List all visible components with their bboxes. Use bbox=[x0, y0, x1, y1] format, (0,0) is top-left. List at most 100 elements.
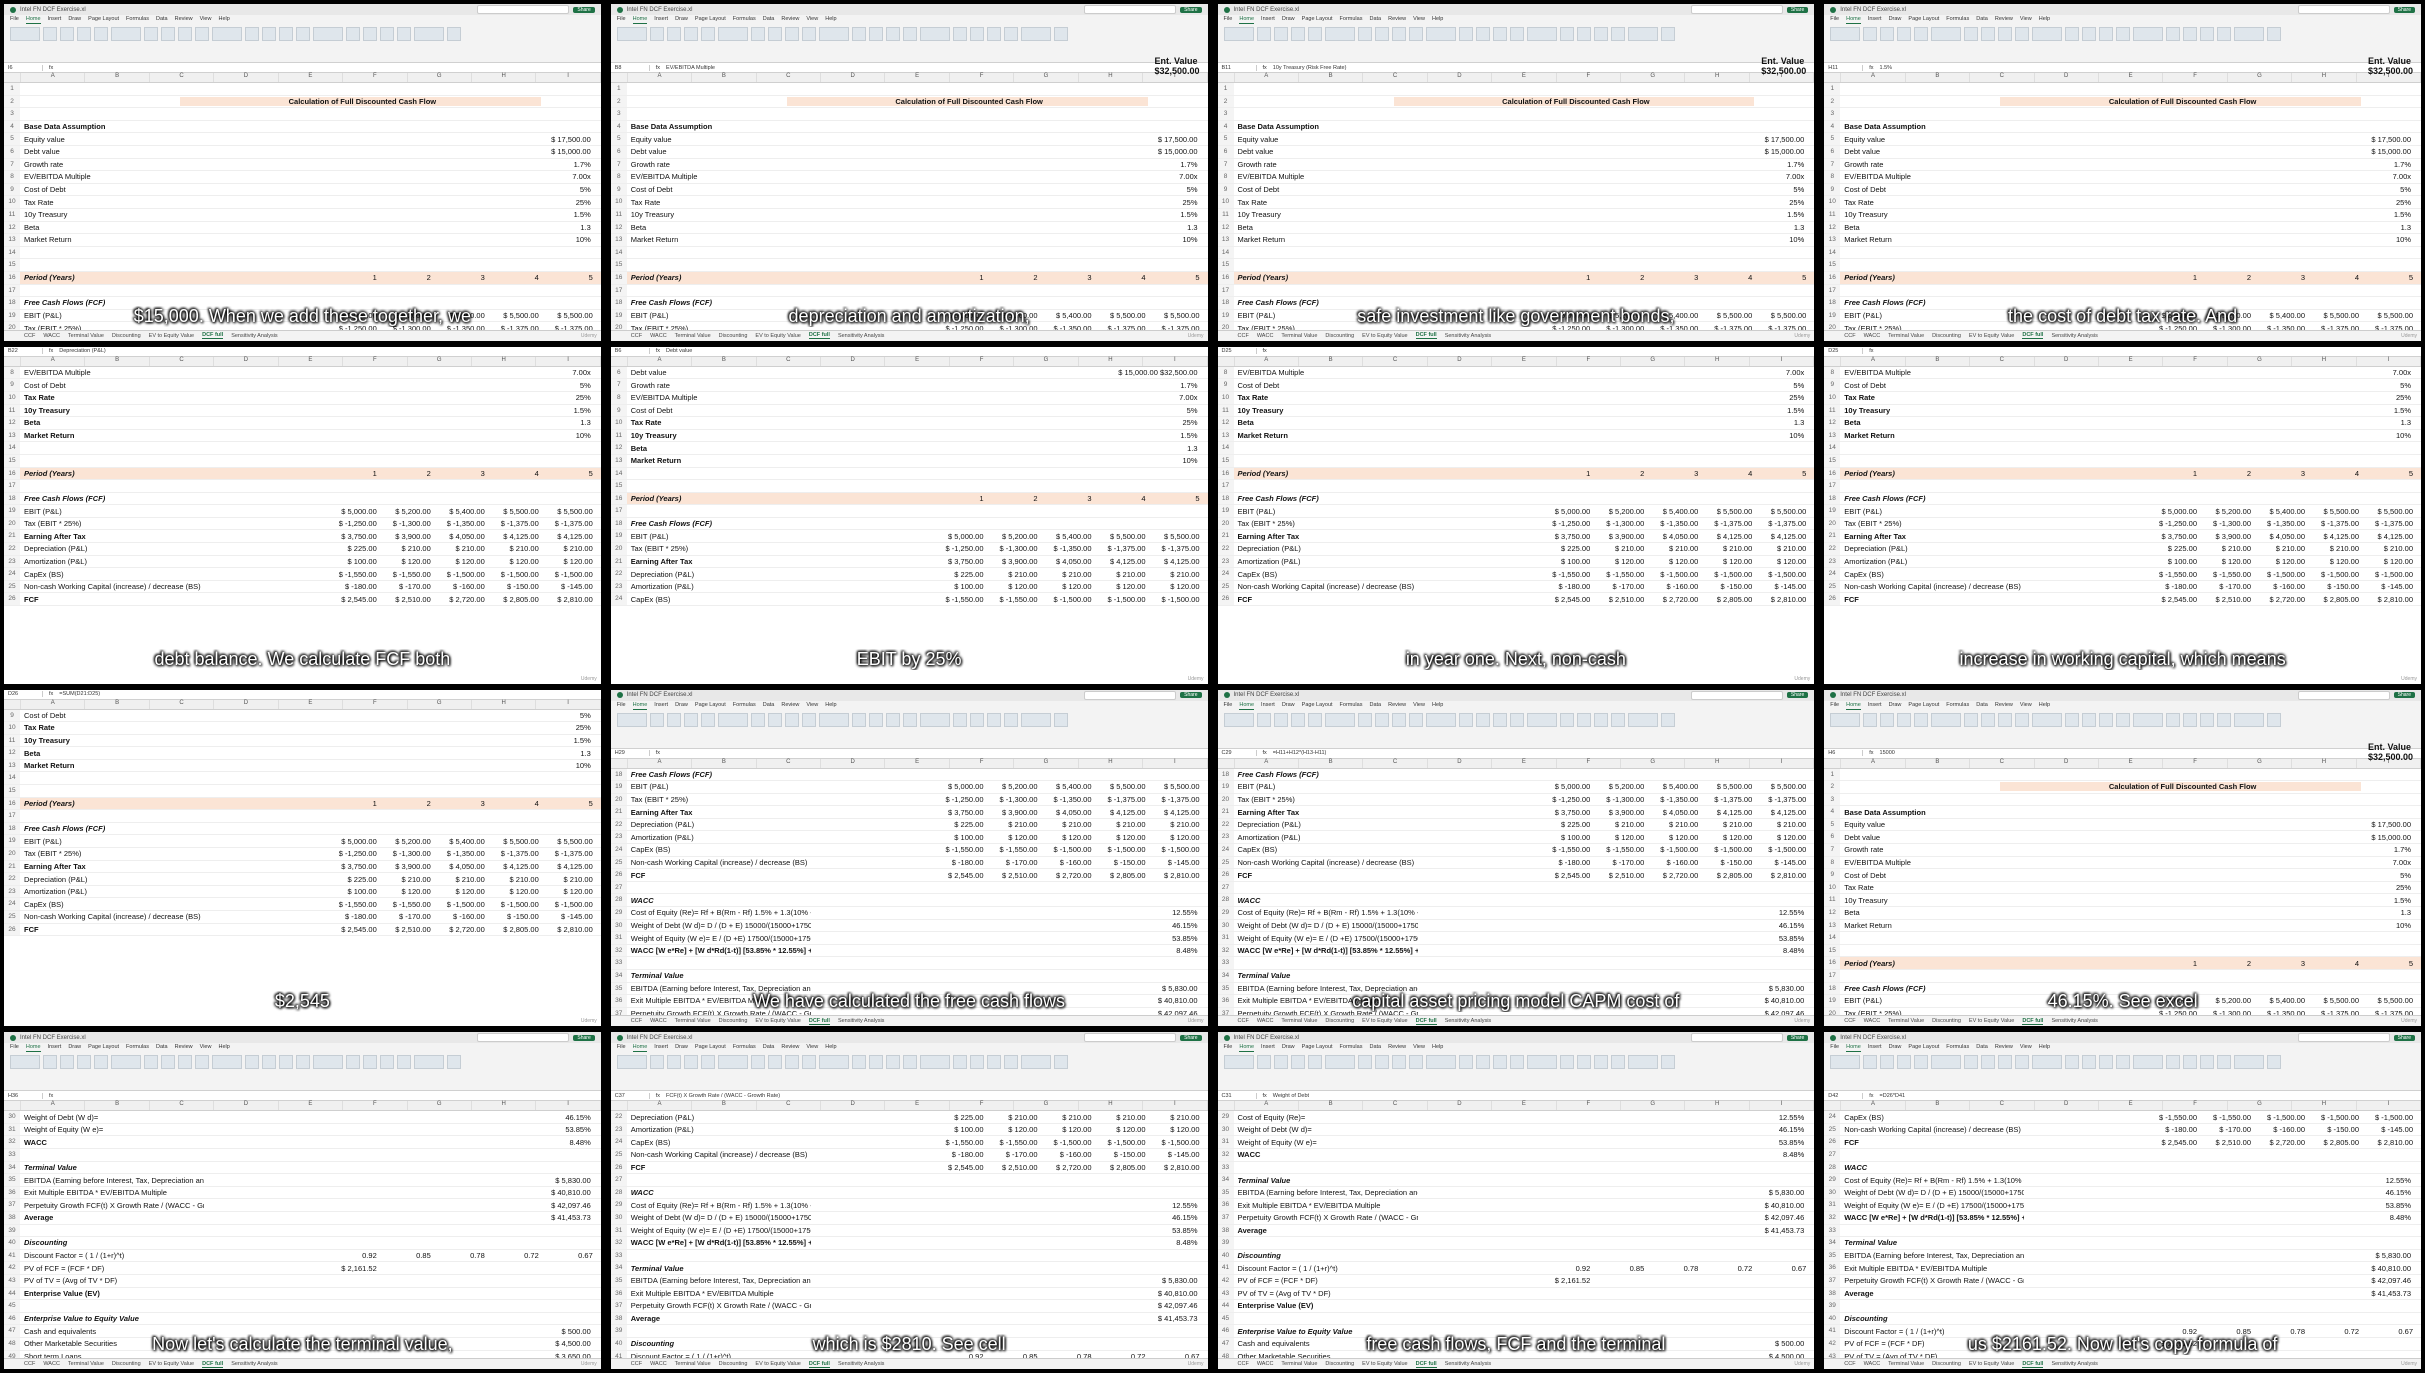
column-header[interactable]: C bbox=[1970, 73, 2035, 82]
column-header[interactable]: I bbox=[536, 1101, 601, 1111]
cell-label[interactable]: Calculation of Full Discounted Cash Flow bbox=[2000, 782, 2361, 792]
sheet-tab[interactable]: EV to Equity Value bbox=[755, 333, 800, 339]
cell-value[interactable]: $ 17,500.00 bbox=[2024, 135, 2421, 144]
column-header[interactable]: F bbox=[2163, 73, 2228, 82]
menu-item-file[interactable]: File bbox=[617, 1044, 626, 1052]
cell-value[interactable]: $ -170.00 bbox=[385, 912, 431, 921]
formula-content[interactable]: 10y Treasury (Risk Free Rate) bbox=[1273, 65, 1347, 71]
ribbon-tool-icon[interactable] bbox=[245, 1055, 259, 1070]
column-header[interactable] bbox=[4, 73, 21, 82]
column-header[interactable]: F bbox=[2163, 758, 2228, 768]
ribbon-tool-icon[interactable] bbox=[363, 27, 377, 41]
ribbon-tool-icon[interactable] bbox=[1425, 27, 1456, 41]
sheet-tab[interactable]: EV to Equity Value bbox=[755, 1018, 800, 1024]
ribbon-tool-icon[interactable] bbox=[447, 1055, 461, 1070]
ribbon-tool-icon[interactable] bbox=[346, 1055, 360, 1070]
cell-label[interactable]: FCF bbox=[1840, 595, 2024, 604]
cell-label[interactable]: Growth rate bbox=[1840, 845, 2024, 854]
cell-value[interactable]: $ -1,375.00 bbox=[1760, 795, 1806, 804]
ribbon-tool-icon[interactable] bbox=[1273, 712, 1288, 727]
cell-value[interactable]: $ -180.00 bbox=[2151, 582, 2197, 591]
name-box[interactable]: C37 bbox=[615, 1092, 650, 1099]
cell-value[interactable]: $ -160.00 bbox=[2259, 582, 2305, 591]
column-header[interactable]: G bbox=[408, 73, 472, 82]
column-header[interactable]: I bbox=[2357, 356, 2421, 366]
cell-value[interactable]: 10% bbox=[1418, 431, 1815, 440]
cell-value[interactable]: 12.55% bbox=[2024, 1176, 2421, 1185]
column-header[interactable]: G bbox=[2228, 356, 2293, 366]
cell-value[interactable]: 8.48% bbox=[811, 1238, 1208, 1247]
cell-value[interactable]: $ -1,500.00 bbox=[1046, 595, 1092, 604]
column-header[interactable]: F bbox=[343, 356, 408, 366]
cell-value[interactable]: $ 17,500.00 bbox=[811, 135, 1208, 144]
cell-value[interactable]: $ 15,000.00 bbox=[811, 147, 1208, 156]
menu-item-draw[interactable]: Draw bbox=[68, 16, 81, 24]
cell-value[interactable]: $ -180.00 bbox=[331, 582, 377, 591]
cell-value[interactable]: 1.5% bbox=[204, 736, 601, 745]
cell-value[interactable]: 1 bbox=[2151, 959, 2197, 968]
cell-label[interactable]: Depreciation (P&L) bbox=[627, 570, 811, 579]
cell-value[interactable]: 5 bbox=[1760, 273, 1806, 282]
search-box[interactable] bbox=[477, 5, 570, 14]
menu-item-insert[interactable]: Insert bbox=[48, 1044, 62, 1052]
formula-bar[interactable]: H6 fx 15000 bbox=[1824, 748, 2421, 759]
cell-label[interactable]: Market Return bbox=[1234, 431, 1418, 440]
ribbon-tool-icon[interactable] bbox=[700, 712, 715, 727]
ribbon-tool-icon[interactable] bbox=[2099, 1055, 2114, 1070]
ribbon-tool-icon[interactable] bbox=[1020, 27, 1051, 41]
cell-label[interactable]: Weight of Equity (W e)= bbox=[20, 1125, 204, 1134]
column-header[interactable]: H bbox=[1685, 356, 1750, 366]
cell-label[interactable]: WACC bbox=[627, 896, 811, 905]
ribbon-tool-icon[interactable] bbox=[2217, 712, 2232, 727]
cell-value[interactable]: 2 bbox=[385, 469, 431, 478]
menu-item-draw[interactable]: Draw bbox=[675, 702, 688, 710]
cell-label[interactable]: Enterprise Value to Equity Value bbox=[20, 1314, 204, 1323]
cell-value[interactable]: 1.5% bbox=[811, 431, 1208, 440]
ribbon-tool-icon[interactable] bbox=[1458, 1055, 1473, 1070]
cell-label[interactable]: Period (Years) bbox=[627, 494, 811, 503]
sheet-tab[interactable]: Discounting bbox=[1325, 1018, 1354, 1024]
column-header[interactable]: D bbox=[2035, 73, 2099, 82]
ribbon-tool-icon[interactable] bbox=[700, 1055, 715, 1070]
menu-item-draw[interactable]: Draw bbox=[1282, 702, 1295, 710]
cell-label[interactable]: Calculation of Full Discounted Cash Flow bbox=[2000, 96, 2361, 106]
ribbon-tool-icon[interactable] bbox=[885, 712, 900, 727]
cell-value[interactable]: $ 120.00 bbox=[1046, 833, 1091, 842]
cell-value[interactable]: 25% bbox=[204, 393, 601, 402]
cell-label[interactable]: Exit Multiple EBITDA * EV/EBITDA Multipl… bbox=[1234, 1201, 1418, 1210]
cell-value[interactable]: 4 bbox=[1100, 273, 1145, 282]
cell-value[interactable]: $ 5,000.00 bbox=[1544, 507, 1590, 516]
ribbon-tool-icon[interactable] bbox=[1931, 712, 1962, 727]
column-header[interactable]: D bbox=[214, 73, 279, 82]
cell-label[interactable]: Discounting bbox=[1840, 1314, 2024, 1323]
menu-item-help[interactable]: Help bbox=[2039, 702, 2050, 710]
ribbon-tool-icon[interactable] bbox=[2015, 1055, 2030, 1070]
cell-label[interactable]: FCF bbox=[20, 925, 204, 934]
ribbon-tool-icon[interactable] bbox=[750, 27, 765, 41]
cell-label[interactable]: Free Cash Flows (FCF) bbox=[627, 519, 811, 528]
ribbon-tool-icon[interactable] bbox=[919, 27, 950, 41]
name-box[interactable]: B22 bbox=[8, 348, 43, 355]
cell-label[interactable]: EBITDA (Earning before Interest, Tax, De… bbox=[20, 1176, 204, 1185]
cell-value[interactable]: 3 bbox=[1046, 273, 1091, 282]
ribbon-tool-icon[interactable] bbox=[279, 1055, 293, 1070]
cell-label[interactable]: Equity value bbox=[627, 135, 811, 144]
cell-value[interactable]: 1.7% bbox=[2024, 160, 2421, 169]
cell-label[interactable]: Terminal Value bbox=[1234, 971, 1418, 980]
cell-value[interactable]: $ -160.00 bbox=[439, 912, 485, 921]
column-header[interactable]: G bbox=[1621, 73, 1686, 82]
ribbon-tool-icon[interactable] bbox=[1458, 27, 1473, 41]
ribbon-tool-icon[interactable] bbox=[1526, 27, 1557, 41]
column-header[interactable]: I bbox=[1143, 758, 1208, 768]
cell-value[interactable]: $ 5,500.00 bbox=[2367, 507, 2413, 516]
cell-value[interactable]: $ 120.00 bbox=[1652, 557, 1698, 566]
ribbon-tool-icon[interactable] bbox=[717, 27, 748, 41]
cell-value[interactable]: $ 2,805.00 bbox=[493, 595, 538, 604]
cell-label[interactable]: Depreciation (P&L) bbox=[627, 820, 811, 829]
ribbon-tool-icon[interactable] bbox=[969, 27, 984, 41]
column-header[interactable]: B bbox=[1906, 73, 1971, 82]
cell-label[interactable]: Non-cash Working Capital (increase) / de… bbox=[20, 912, 204, 921]
ribbon-tool-icon[interactable] bbox=[1830, 1055, 1861, 1070]
column-header[interactable]: G bbox=[2228, 1101, 2293, 1111]
sheet-tab[interactable]: Sensitivity Analysis bbox=[2051, 333, 2097, 339]
